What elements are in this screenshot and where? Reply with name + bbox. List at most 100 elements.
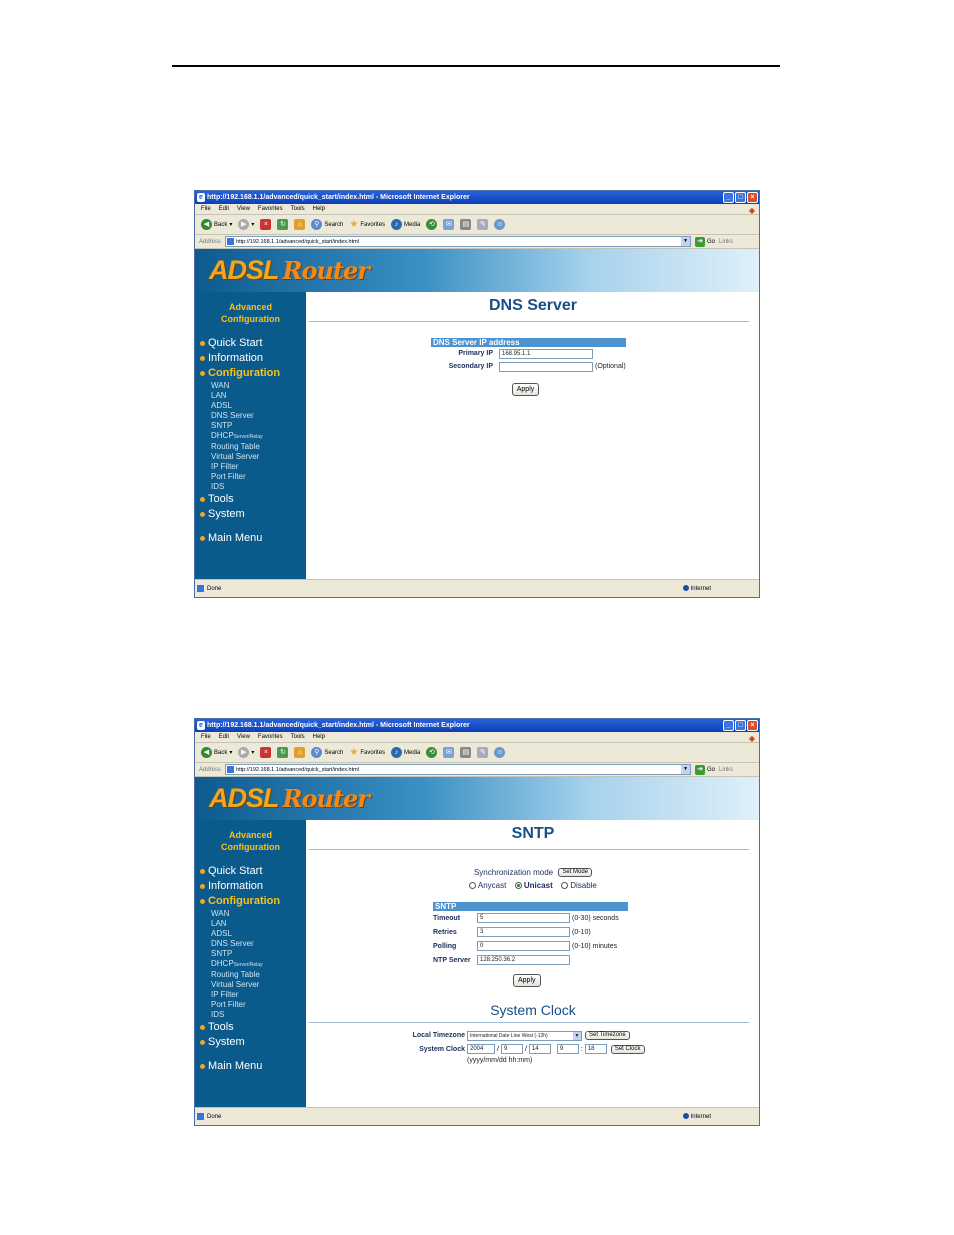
address-dropdown-icon[interactable]: ▼ [681, 237, 691, 246]
retries-input[interactable]: 3 [477, 927, 570, 937]
apply-button[interactable]: Apply [511, 383, 540, 396]
minute-input[interactable]: 18 [584, 1044, 607, 1054]
home-icon[interactable]: ⌂ [294, 219, 306, 230]
sidebar-subitem-virtual-server[interactable]: Virtual Server [195, 452, 306, 462]
sidebar-item-main-menu[interactable]: Main Menu [195, 531, 306, 546]
sidebar-subitem-sntp[interactable]: SNTP [195, 949, 306, 959]
primary-ip-input[interactable]: 168.95.1.1 [499, 348, 593, 359]
sidebar-subitem-lan[interactable]: LAN [195, 391, 306, 401]
history-icon[interactable]: ⟲ [426, 747, 438, 758]
disable-radio[interactable] [560, 882, 568, 890]
sidebar-subitem-wan[interactable]: WAN [195, 909, 306, 919]
timezone-select[interactable]: International Date Line West (-12h) ▼ [467, 1030, 582, 1041]
sidebar-item-information[interactable]: Information [195, 879, 306, 894]
sidebar-subitem-lan[interactable]: LAN [195, 919, 306, 929]
mail-icon[interactable]: ✉ [443, 219, 455, 230]
hour-input[interactable]: 9 [556, 1044, 579, 1054]
history-icon[interactable]: ⟲ [426, 219, 438, 230]
sidebar-item-main-menu[interactable]: Main Menu [195, 1059, 306, 1074]
timeout-input[interactable]: 5 [477, 913, 570, 923]
address-input[interactable]: http://192.168.1.1/advanced/quick_start/… [225, 764, 692, 775]
sidebar-subitem-port-filter[interactable]: Port Filter [195, 1000, 306, 1010]
sidebar-item-configuration[interactable]: Configuration [195, 366, 306, 381]
sidebar-item-configuration[interactable]: Configuration [195, 894, 306, 909]
sidebar-subitem-wan[interactable]: WAN [195, 381, 306, 391]
set-clock-button[interactable]: Set Clock [610, 1044, 645, 1054]
mail-icon[interactable]: ✉ [443, 747, 455, 758]
set-mode-button[interactable]: Set Mode [558, 868, 593, 878]
sidebar-subitem-sntp[interactable]: SNTP [195, 421, 306, 431]
sidebar-subitem-ip-filter[interactable]: IP Filter [195, 990, 306, 1000]
go-button[interactable]: ➔ Go [695, 236, 715, 247]
stop-icon[interactable]: × [260, 747, 272, 758]
menu-help[interactable]: Help [313, 732, 325, 742]
messenger-icon[interactable]: ☺ [494, 219, 506, 230]
sidebar-subitem-dns-server[interactable]: DNS Server [195, 411, 306, 421]
sidebar-subitem-ids[interactable]: IDS [195, 482, 306, 492]
year-input[interactable]: 2004 [467, 1044, 495, 1054]
sidebar-subitem-routing-table[interactable]: Routing Table [195, 442, 306, 452]
search-button[interactable]: ⚲ Search [311, 219, 343, 230]
messenger-icon[interactable]: ☺ [494, 747, 506, 758]
forward-button[interactable]: ▶ ▾ [238, 219, 254, 230]
anycast-radio[interactable] [469, 882, 477, 890]
print-icon[interactable]: ▤ [460, 219, 472, 230]
sidebar-subitem-adsl[interactable]: ADSL [195, 401, 306, 411]
menu-tools[interactable]: Tools [291, 732, 305, 742]
menu-help[interactable]: Help [313, 204, 325, 214]
menu-view[interactable]: View [237, 204, 250, 214]
edit-icon[interactable]: ✎ [477, 747, 489, 758]
polling-input[interactable]: 0 [477, 941, 570, 951]
menu-favorites[interactable]: Favorites [258, 204, 283, 214]
sidebar-item-tools[interactable]: Tools [195, 492, 306, 507]
sidebar-item-quick-start[interactable]: Quick Start [195, 864, 306, 879]
secondary-ip-input[interactable] [499, 361, 593, 372]
unicast-radio[interactable] [514, 882, 522, 890]
menu-tools[interactable]: Tools [291, 204, 305, 214]
sidebar-item-system[interactable]: System [195, 507, 306, 522]
minimize-button[interactable]: _ [723, 720, 734, 731]
apply-button[interactable]: Apply [513, 974, 541, 987]
refresh-icon[interactable]: ↻ [277, 747, 289, 758]
sidebar-subitem-port-filter[interactable]: Port Filter [195, 472, 306, 482]
menu-view[interactable]: View [237, 732, 250, 742]
sidebar-subitem-ids[interactable]: IDS [195, 1010, 306, 1020]
sidebar-subitem-dns-server[interactable]: DNS Server [195, 939, 306, 949]
go-button[interactable]: ➔ Go [695, 764, 715, 775]
links-button[interactable]: Links [719, 239, 733, 245]
sidebar-item-tools[interactable]: Tools [195, 1020, 306, 1035]
media-button[interactable]: ♪ Media [391, 219, 420, 230]
address-input[interactable]: http://192.168.1.1/advanced/quick_start/… [225, 236, 692, 247]
links-button[interactable]: Links [719, 767, 733, 773]
refresh-icon[interactable]: ↻ [277, 219, 289, 230]
close-button[interactable]: × [747, 192, 758, 203]
ntp-server-input[interactable]: 128.250.36.2 [477, 955, 570, 965]
menu-edit[interactable]: Edit [219, 732, 229, 742]
favorites-button[interactable]: ★ Favorites [349, 219, 385, 230]
edit-icon[interactable]: ✎ [477, 219, 489, 230]
sidebar-subitem-dhcp[interactable]: DHCPServer/Relay [195, 959, 306, 970]
forward-button[interactable]: ▶ ▾ [238, 747, 254, 758]
sidebar-item-information[interactable]: Information [195, 351, 306, 366]
day-input[interactable]: 14 [528, 1044, 551, 1054]
set-timezone-button[interactable]: Set Timezone [585, 1031, 630, 1040]
sidebar-subitem-ip-filter[interactable]: IP Filter [195, 462, 306, 472]
sidebar-subitem-dhcp[interactable]: DHCPServer/Relay [195, 431, 306, 442]
favorites-button[interactable]: ★ Favorites [349, 747, 385, 758]
month-input[interactable]: 9 [500, 1044, 523, 1054]
sidebar-subitem-virtual-server[interactable]: Virtual Server [195, 980, 306, 990]
maximize-button[interactable]: □ [735, 720, 746, 731]
sidebar-subitem-adsl[interactable]: ADSL [195, 929, 306, 939]
address-dropdown-icon[interactable]: ▼ [681, 765, 691, 774]
sidebar-item-quick-start[interactable]: Quick Start [195, 336, 306, 351]
sidebar-subitem-routing-table[interactable]: Routing Table [195, 970, 306, 980]
menu-favorites[interactable]: Favorites [258, 732, 283, 742]
close-button[interactable]: × [747, 720, 758, 731]
minimize-button[interactable]: _ [723, 192, 734, 203]
sidebar-item-system[interactable]: System [195, 1035, 306, 1050]
back-button[interactable]: ◀ Back ▾ [201, 219, 232, 230]
media-button[interactable]: ♪ Media [391, 747, 420, 758]
stop-icon[interactable]: × [260, 219, 272, 230]
search-button[interactable]: ⚲ Search [311, 747, 343, 758]
menu-file[interactable]: File [201, 204, 211, 214]
